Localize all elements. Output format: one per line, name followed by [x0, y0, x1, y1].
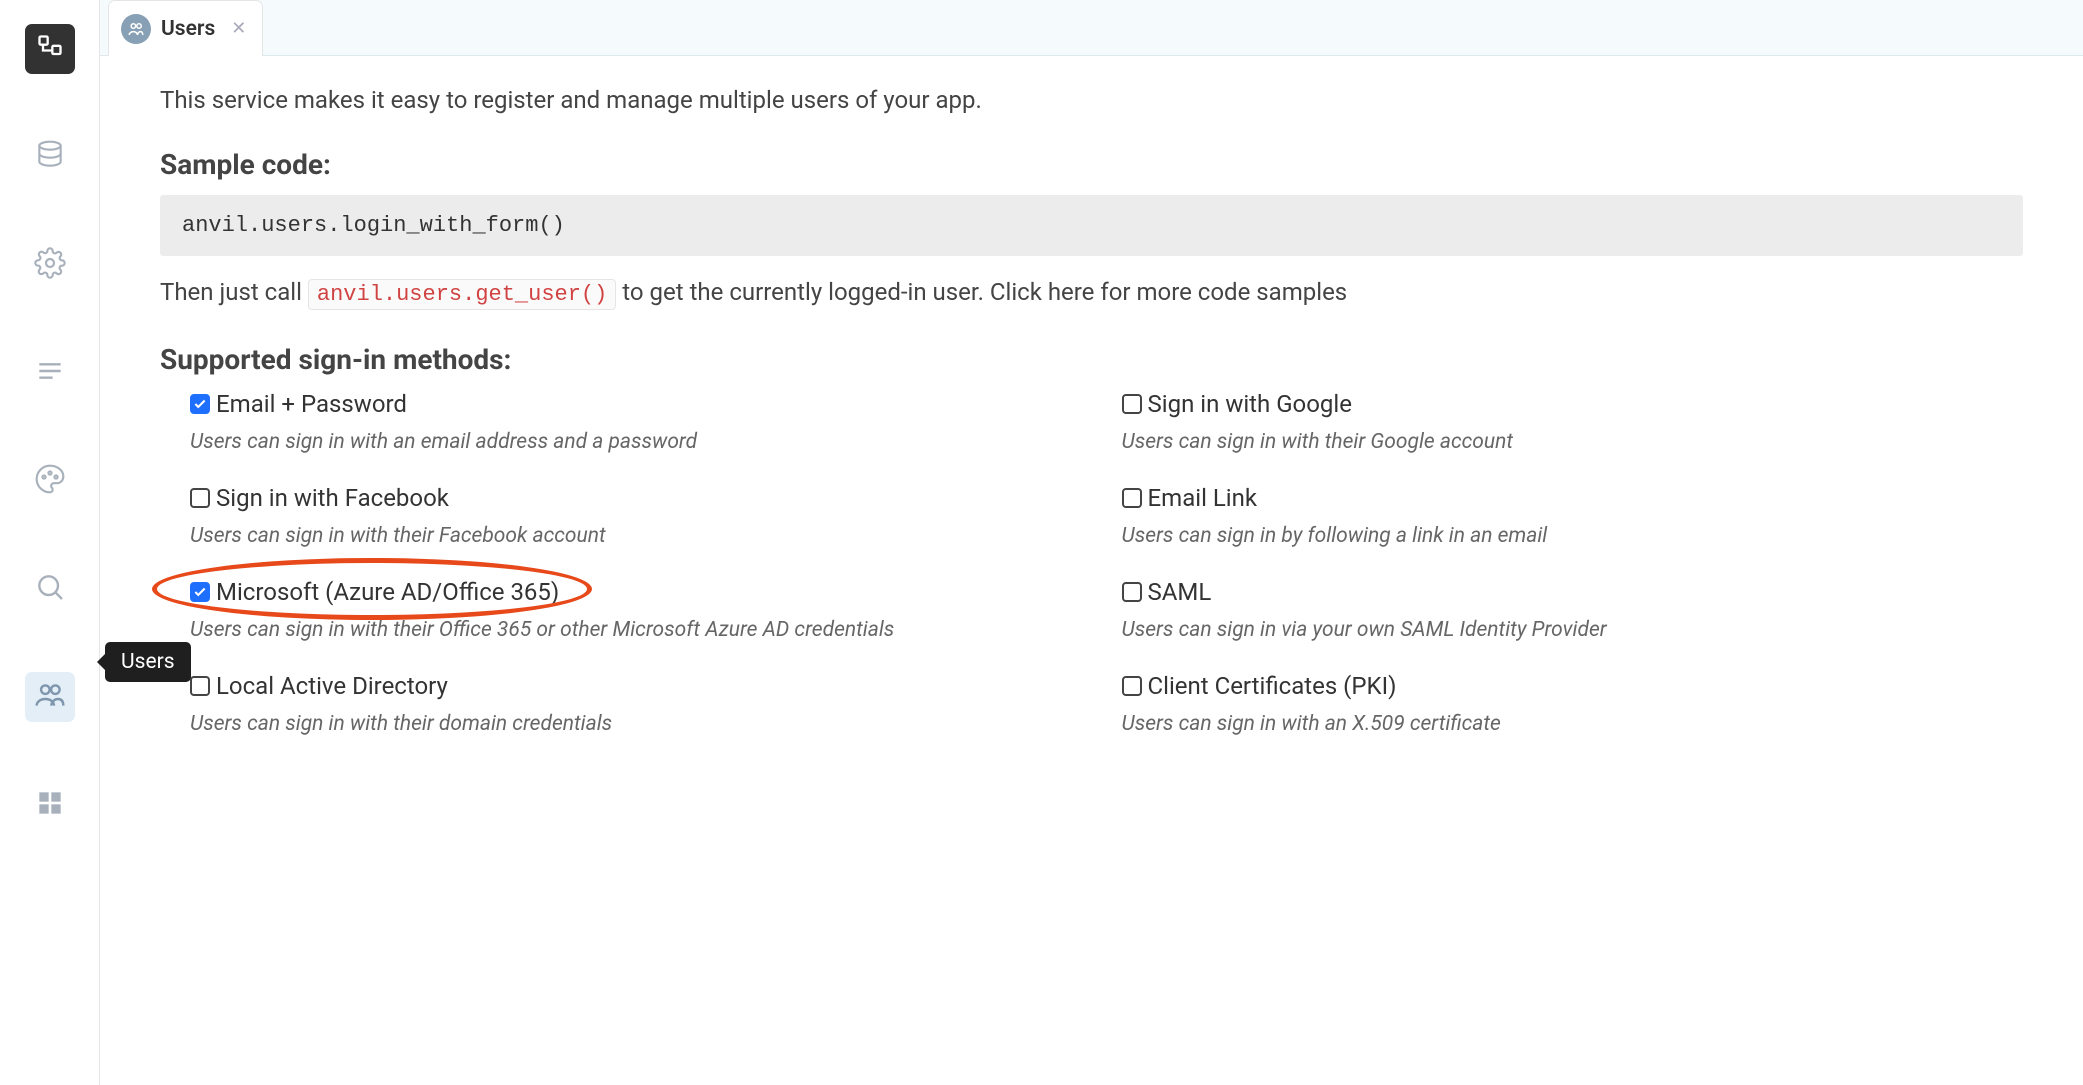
- sidebar-nav-users[interactable]: [25, 672, 75, 722]
- sidebar-nav-search[interactable]: [25, 564, 75, 614]
- grid-icon: [34, 787, 66, 823]
- palette-icon: [34, 463, 66, 499]
- users-icon: [34, 679, 66, 715]
- sidebar-nav-database[interactable]: [25, 132, 75, 182]
- method-description: Users can sign in with their Facebook ac…: [190, 524, 1092, 548]
- method-checkbox[interactable]: [190, 582, 210, 602]
- usage-prefix: Then just call: [160, 278, 308, 306]
- method-label: Microsoft (Azure AD/Office 365): [216, 578, 559, 606]
- signin-method: Email Link Users can sign in by following…: [1122, 484, 2024, 548]
- signin-methods-grid: Email + Password Users can sign in with a…: [160, 390, 2023, 736]
- sidebar-nav-logs[interactable]: [25, 348, 75, 398]
- method-description: Users can sign in with their Office 365 …: [190, 618, 1092, 642]
- sidebar-nav-settings[interactable]: [25, 240, 75, 290]
- method-checkbox[interactable]: [190, 394, 210, 414]
- method-description: Users can sign in with their Google acco…: [1122, 430, 2024, 454]
- method-checkbox[interactable]: [1122, 394, 1142, 414]
- sidebar: Users: [0, 0, 100, 1085]
- signin-method: SAML Users can sign in via your own SAML …: [1122, 578, 2024, 642]
- method-description: Users can sign in with an email address …: [190, 430, 1092, 454]
- hierarchy-icon: [36, 33, 64, 65]
- sample-code-block: anvil.users.login_with_form(): [160, 195, 2023, 256]
- method-label: Email Link: [1148, 484, 1258, 512]
- methods-heading: Supported sign-in methods:: [160, 343, 2023, 376]
- tab-users[interactable]: Users ✕: [108, 0, 263, 56]
- sidebar-nav-theme[interactable]: [25, 456, 75, 506]
- method-checkbox[interactable]: [190, 676, 210, 696]
- signin-method: Microsoft (Azure AD/Office 365) Users can…: [190, 578, 1092, 642]
- method-description: Users can sign in with their domain cred…: [190, 712, 1092, 736]
- list-icon: [34, 355, 66, 391]
- tooltip-users: Users: [105, 642, 191, 682]
- method-description: Users can sign in via your own SAML Iden…: [1122, 618, 2024, 642]
- content: This service makes it easy to register a…: [100, 56, 2083, 1085]
- sidebar-nav-apps[interactable]: [25, 780, 75, 830]
- users-icon: [121, 14, 151, 44]
- method-label: Local Active Directory: [216, 672, 448, 700]
- usage-paragraph: Then just call anvil.users.get_user() to…: [160, 278, 2023, 307]
- search-icon: [34, 571, 66, 607]
- main-panel: Users ✕ This service makes it easy to re…: [100, 0, 2083, 1085]
- method-label: Sign in with Google: [1148, 390, 1352, 418]
- method-description: Users can sign in by following a link in…: [1122, 524, 2024, 548]
- signin-method: Sign in with Google Users can sign in wit…: [1122, 390, 2024, 454]
- method-checkbox[interactable]: [1122, 582, 1142, 602]
- method-label: Sign in with Facebook: [216, 484, 449, 512]
- method-label: Client Certificates (PKI): [1148, 672, 1397, 700]
- signin-method: Email + Password Users can sign in with a…: [190, 390, 1092, 454]
- method-label: Email + Password: [216, 390, 407, 418]
- method-checkbox[interactable]: [1122, 676, 1142, 696]
- signin-method: Local Active Directory Users can sign in …: [190, 672, 1092, 736]
- intro-text: This service makes it easy to register a…: [160, 86, 2023, 114]
- tabbar: Users ✕: [100, 0, 2083, 56]
- tab-label: Users: [161, 17, 215, 41]
- method-label: SAML: [1148, 578, 1212, 606]
- signin-method: Sign in with Facebook Users can sign in w…: [190, 484, 1092, 548]
- sample-code-heading: Sample code:: [160, 148, 2023, 181]
- method-description: Users can sign in with an X.509 certific…: [1122, 712, 2024, 736]
- method-checkbox[interactable]: [1122, 488, 1142, 508]
- method-checkbox[interactable]: [190, 488, 210, 508]
- signin-method: Client Certificates (PKI) Users can sign …: [1122, 672, 2024, 736]
- gear-icon: [34, 247, 66, 283]
- inline-code: anvil.users.get_user(): [308, 279, 616, 310]
- close-icon[interactable]: ✕: [231, 18, 246, 39]
- sidebar-nav-app[interactable]: [25, 24, 75, 74]
- database-icon: [34, 139, 66, 175]
- usage-suffix: to get the currently logged-in user. Cli…: [616, 278, 1347, 306]
